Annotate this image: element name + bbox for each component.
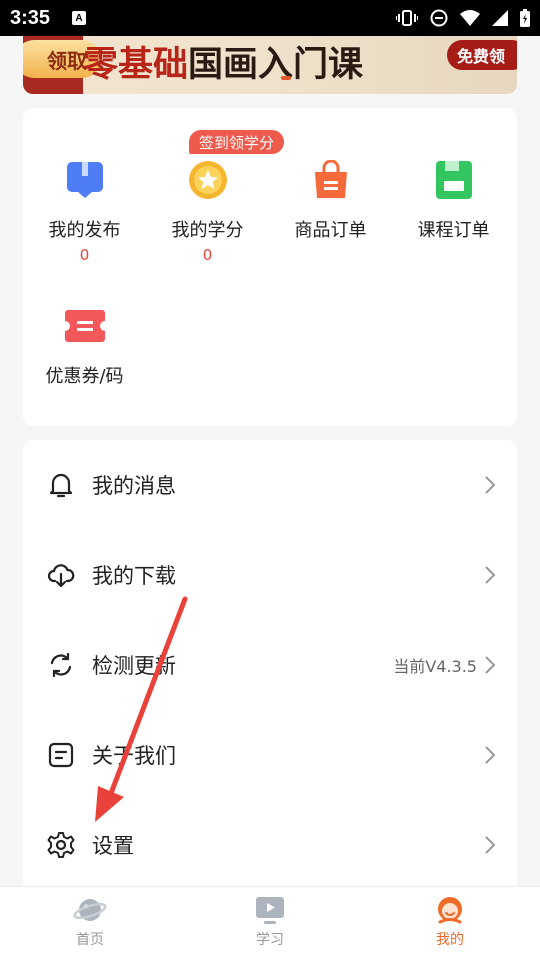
menu-item-settings[interactable]: 设置 — [23, 800, 517, 890]
banner-free-pill[interactable]: 免费领 — [447, 40, 517, 70]
grid-item-label: 商品订单 — [294, 220, 367, 241]
shopping-bag-icon — [314, 160, 347, 198]
chevron-right-icon — [485, 656, 496, 674]
menu-item-check-update[interactable]: 检测更新 当前V4.3.5 — [23, 620, 517, 710]
grid-item-course-orders[interactable]: 课程订单 — [392, 158, 515, 242]
status-bar: 3:35 A — [0, 0, 540, 36]
tab-label: 首页 — [76, 932, 104, 948]
grid-item-count: 0 — [79, 246, 90, 264]
profile-mascot-icon — [438, 897, 462, 924]
menu-item-about[interactable]: 关于我们 — [23, 710, 517, 800]
quick-grid-card: 签到领学分 我的发布 0 我的学分 0 商品订单 课程订单 优惠券/码 — [23, 108, 517, 426]
grid-item-my-posts[interactable]: 我的发布 0 — [23, 158, 146, 264]
grid-item-product-orders[interactable]: 商品订单 — [269, 158, 392, 242]
cloud-download-icon — [47, 561, 75, 589]
tab-study[interactable]: 学习 — [180, 887, 360, 960]
chevron-right-icon — [485, 746, 496, 764]
vibrate-icon — [396, 10, 418, 26]
grid-item-label: 课程订单 — [417, 220, 490, 241]
info-doc-icon — [47, 741, 75, 769]
chevron-right-icon — [485, 836, 496, 854]
promo-banner[interactable]: 领取 零基础国画入门课 免费领 — [23, 36, 517, 94]
bell-icon — [47, 471, 75, 499]
menu-item-label: 我的下载 — [92, 564, 176, 588]
notification-icon: A — [72, 11, 87, 25]
grid-item-label: 优惠券/码 — [45, 366, 124, 387]
banner-page-indicator — [281, 76, 291, 80]
menu-item-downloads[interactable]: 我的下载 — [23, 530, 517, 620]
menu-item-label: 我的消息 — [92, 474, 176, 498]
chevron-right-icon — [485, 566, 496, 584]
grid-item-coupons[interactable]: 优惠券/码 — [23, 304, 146, 388]
grid-item-label: 我的发布 — [48, 220, 121, 241]
tab-label: 学习 — [256, 932, 284, 948]
signal-icon — [492, 10, 508, 26]
coin-star-icon — [188, 161, 227, 199]
status-icons — [396, 9, 530, 27]
grid-item-label: 我的学分 — [171, 220, 244, 241]
planet-icon — [73, 899, 107, 921]
checkin-badge[interactable]: 签到领学分 — [189, 130, 285, 154]
tab-me[interactable]: 我的 — [360, 887, 540, 960]
menu-item-label: 关于我们 — [92, 744, 176, 768]
bookmark-icon — [66, 162, 103, 198]
menu-list-card: 我的消息 我的下载 检测更新 当前V4.3.5 关于我们 设置 — [23, 440, 517, 900]
menu-item-messages[interactable]: 我的消息 — [23, 440, 517, 530]
wifi-icon — [460, 10, 480, 26]
banner-title-red: 零基础 — [83, 44, 189, 85]
save-course-icon — [435, 161, 472, 199]
tab-label: 我的 — [436, 932, 464, 948]
gear-icon — [47, 831, 75, 859]
menu-item-label: 设置 — [92, 834, 134, 858]
tab-home[interactable]: 首页 — [0, 887, 180, 960]
current-version: 当前V4.3.5 — [393, 657, 477, 676]
banner-title: 零基础国画入门课 — [83, 36, 363, 87]
dnd-icon — [430, 9, 448, 27]
bottom-nav: 首页 学习 我的 — [0, 886, 540, 960]
status-time: 3:35 — [10, 6, 51, 29]
grid-item-my-credits[interactable]: 我的学分 0 — [146, 158, 269, 264]
chevron-right-icon — [485, 476, 496, 494]
grid-item-count: 0 — [202, 246, 213, 264]
banner-title-dark: 国画入门课 — [188, 44, 364, 85]
battery-icon — [520, 9, 530, 27]
refresh-icon — [47, 651, 75, 679]
play-screen-icon — [256, 897, 284, 924]
menu-item-label: 检测更新 — [92, 654, 176, 678]
ticket-icon — [64, 310, 105, 342]
